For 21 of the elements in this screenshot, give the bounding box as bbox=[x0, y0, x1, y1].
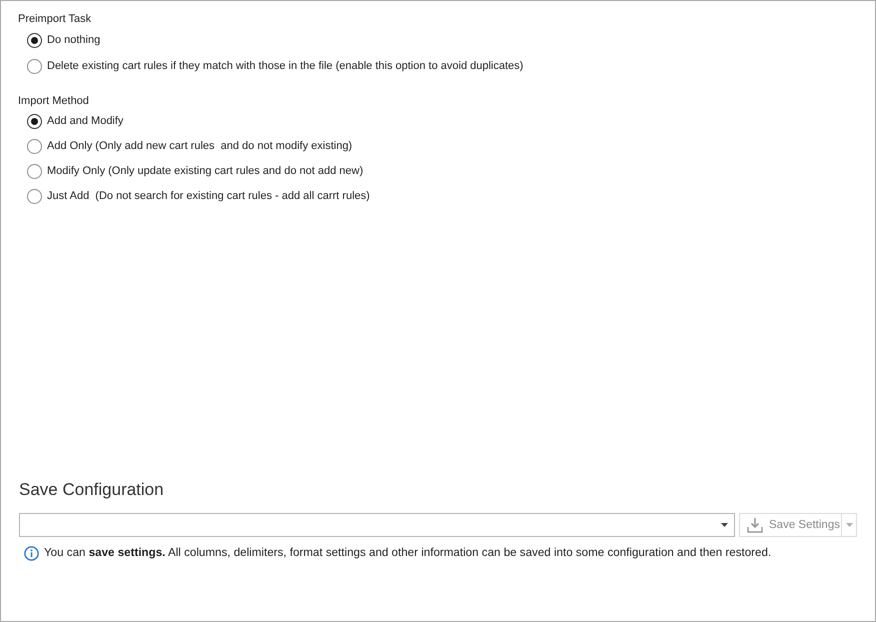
group-label: Preimport Task bbox=[18, 12, 92, 27]
download-icon bbox=[747, 517, 763, 533]
caret-icon bbox=[846, 523, 852, 527]
radio-label[interactable]: Add and Modify bbox=[47, 114, 124, 129]
caret-icon bbox=[721, 523, 728, 527]
configuration-dropdown[interactable] bbox=[19, 513, 735, 537]
radio-button[interactable] bbox=[27, 59, 42, 74]
radio-button[interactable] bbox=[27, 114, 42, 129]
radio-label[interactable]: Modify Only (Only update existing cart rules and do not add new) bbox=[47, 164, 364, 179]
group-label: Import Method bbox=[18, 94, 89, 109]
info-text: You can save settings. All columns, delimiters, format settings and other information can be saved into some configuration and then restored. bbox=[44, 545, 772, 561]
info-icon bbox=[24, 546, 39, 560]
radio-label[interactable]: Just Add (Do not search for existing cart rules - add all carrt rules) bbox=[47, 189, 370, 204]
radio-button[interactable] bbox=[27, 32, 42, 48]
radio-label[interactable]: Do nothing bbox=[47, 32, 100, 48]
section-title: Save Configuration bbox=[19, 479, 164, 501]
radio-button[interactable] bbox=[27, 189, 42, 204]
radio-label[interactable]: Add Only (Only add new cart rules and do not modify existing) bbox=[47, 139, 352, 154]
radio-button[interactable] bbox=[27, 164, 42, 179]
radio-button[interactable] bbox=[27, 139, 42, 154]
radio-label[interactable]: Delete existing cart rules if they match with those in the file (enable this option to avoid duplicates) bbox=[47, 59, 524, 74]
